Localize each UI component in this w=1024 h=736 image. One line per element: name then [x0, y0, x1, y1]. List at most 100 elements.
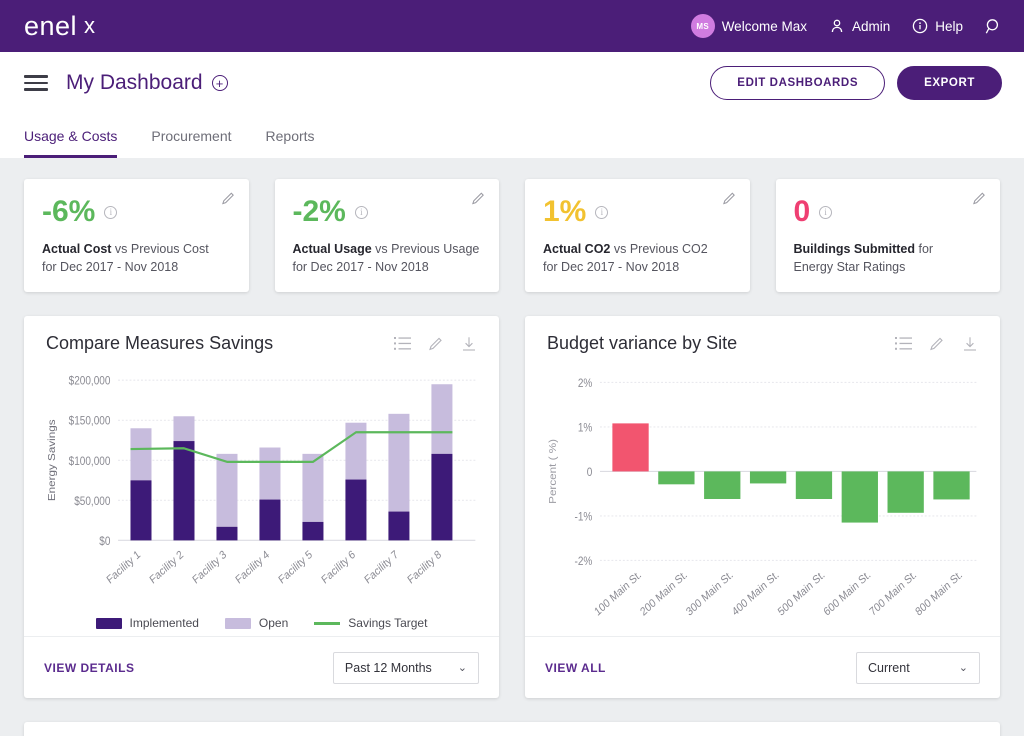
edit-icon[interactable]	[929, 336, 945, 352]
bar-600-main-st	[841, 471, 878, 523]
menu-icon[interactable]	[24, 71, 48, 95]
svg-text:400 Main St.: 400 Main St.	[730, 569, 781, 619]
logo-text: enel	[24, 10, 78, 41]
help-menu[interactable]: Help	[912, 18, 963, 34]
tab-reports[interactable]: Reports	[266, 128, 315, 158]
kpi-comparison-label: vs Previous CO2	[610, 242, 708, 256]
kpi-description: Actual Cost vs Previous Cost for Dec 201…	[42, 240, 231, 276]
chart-card-compare-measures-savings: Compare Measures Savings $200,000 $150,0…	[24, 316, 499, 699]
legend-label: Open	[258, 616, 289, 631]
svg-text:-2%: -2%	[574, 555, 592, 568]
kpi-card-actual-co2: 1% i Actual CO2 vs Previous CO2 for Dec …	[525, 179, 750, 293]
svg-text:Facility 6: Facility 6	[320, 549, 358, 587]
bar-100-main-st	[612, 423, 649, 472]
view-all-link[interactable]: VIEW ALL	[545, 661, 606, 675]
svg-text:Facility 3: Facility 3	[191, 549, 229, 587]
legend-item-implemented: Implemented	[95, 616, 199, 631]
svg-text:300 Main St.: 300 Main St.	[684, 569, 735, 619]
kpi-comparison-label: for	[915, 242, 934, 256]
svg-text:200 Main St.: 200 Main St.	[638, 569, 689, 619]
tab-procurement[interactable]: Procurement	[151, 128, 231, 158]
svg-text:100 Main St.: 100 Main St.	[593, 569, 644, 619]
info-icon[interactable]: i	[354, 205, 368, 219]
info-icon[interactable]: i	[819, 205, 833, 219]
edit-dashboards-button[interactable]: EDIT DASHBOARDS	[710, 66, 886, 100]
svg-text:Percent ( %): Percent ( %)	[548, 439, 559, 504]
enel-x-logo[interactable]: enel x	[24, 10, 95, 41]
kpi-description: Actual CO2 vs Previous CO2 for Dec 2017 …	[543, 240, 732, 276]
svg-text:2%: 2%	[578, 378, 593, 391]
svg-text:Facility 1: Facility 1	[105, 549, 143, 587]
edit-icon[interactable]	[722, 191, 737, 206]
add-dashboard-icon[interactable]: +	[211, 75, 228, 91]
svg-text:1%: 1%	[578, 422, 593, 435]
download-icon[interactable]	[962, 336, 978, 352]
dashboard-tabs: Usage & Costs Procurement Reports	[24, 114, 1002, 158]
kpi-card-actual-cost: -6% i Actual Cost vs Previous Cost for D…	[24, 179, 249, 293]
list-view-icon[interactable]	[895, 336, 912, 351]
legend-swatch	[224, 617, 251, 629]
svg-text:Energy Savings: Energy Savings	[47, 419, 58, 501]
time-range-value: Past 12 Months	[344, 660, 432, 675]
chevron-down-icon: ⌄	[958, 662, 968, 675]
svg-text:0: 0	[587, 466, 593, 479]
info-icon[interactable]: i	[595, 205, 609, 219]
period-value: Current	[868, 660, 910, 675]
svg-text:600 Main St.: 600 Main St.	[822, 569, 873, 619]
kpi-metric-label: Actual CO2	[543, 242, 611, 256]
legend-item-open: Open	[224, 616, 289, 631]
info-icon	[912, 18, 928, 34]
list-view-icon[interactable]	[394, 336, 411, 351]
legend-label: Savings Target	[348, 616, 428, 631]
next-card-preview	[24, 722, 1000, 736]
svg-text:Facility 2: Facility 2	[148, 549, 186, 587]
search-button[interactable]	[985, 18, 1002, 35]
download-icon[interactable]	[461, 336, 477, 352]
budget-variance-svg: 2% 1% 0 -1% -2% Percent ( %) 100 Main St…	[548, 378, 977, 619]
edit-icon[interactable]	[428, 336, 444, 352]
svg-text:$150,000: $150,000	[69, 415, 111, 428]
svg-text:$50,000: $50,000	[74, 495, 110, 508]
chart-title: Budget variance by Site	[547, 333, 738, 354]
admin-menu[interactable]: Admin	[829, 18, 890, 34]
dashboard-header: My Dashboard + EDIT DASHBOARDS EXPORT Us…	[0, 52, 1024, 159]
kpi-comparison-label: vs Previous Usage	[371, 242, 480, 256]
kpi-value: 1%	[543, 195, 587, 228]
kpi-value: -6%	[42, 195, 96, 228]
legend-label: Implemented	[129, 616, 199, 631]
page-title: My Dashboard	[66, 71, 203, 94]
chevron-down-icon: ⌄	[457, 662, 467, 675]
edit-icon[interactable]	[972, 191, 987, 206]
bar-800-main-st	[933, 471, 970, 500]
kpi-period-label: for Dec 2017 - Nov 2018	[42, 260, 179, 275]
info-icon[interactable]: i	[104, 205, 118, 219]
kpi-card-buildings-submitted: 0 i Buildings Submitted for Energy Star …	[775, 179, 1000, 293]
svg-text:500 Main St.: 500 Main St.	[776, 569, 827, 619]
legend-item-savings-target: Savings Target	[314, 616, 427, 630]
top-navigation-bar: enel x MS Welcome Max Admin Help	[0, 0, 1024, 52]
tab-usage-costs[interactable]: Usage & Costs	[24, 128, 118, 158]
kpi-comparison-label: vs Previous Cost	[111, 242, 209, 256]
kpi-metric-label: Actual Cost	[42, 242, 112, 256]
admin-label: Admin	[851, 18, 891, 34]
user-icon	[831, 19, 843, 33]
bar-400-main-st	[749, 471, 787, 484]
user-welcome[interactable]: MS Welcome Max	[690, 14, 807, 38]
edit-icon[interactable]	[221, 191, 236, 206]
kpi-value: -2%	[292, 195, 346, 228]
svg-text:Facility 4: Facility 4	[234, 549, 272, 587]
kpi-period-label: for Dec 2017 - Nov 2018	[292, 260, 429, 275]
view-details-link[interactable]: VIEW DETAILS	[44, 661, 134, 675]
period-select[interactable]: Current ⌄	[856, 651, 980, 684]
chart-card-budget-variance-by-site: Budget variance by Site 2% 1% 0 -1% -2% …	[525, 316, 1000, 699]
export-button[interactable]: EXPORT	[897, 66, 1002, 100]
compare-measures-savings-svg: $200,000 $150,000 $100,000 $50,000 $0 En…	[47, 375, 476, 587]
time-range-select[interactable]: Past 12 Months ⌄	[332, 651, 479, 684]
bar-300-main-st	[704, 471, 741, 500]
legend-swatch	[314, 622, 341, 625]
edit-icon[interactable]	[471, 191, 486, 206]
welcome-label: Welcome Max	[721, 18, 807, 34]
compare-measures-savings-plot: $200,000 $150,000 $100,000 $50,000 $0 En…	[24, 354, 499, 636]
kpi-card-actual-usage: -2% i Actual Usage vs Previous Usage for…	[274, 179, 499, 293]
svg-text:800 Main St.: 800 Main St.	[914, 569, 965, 619]
